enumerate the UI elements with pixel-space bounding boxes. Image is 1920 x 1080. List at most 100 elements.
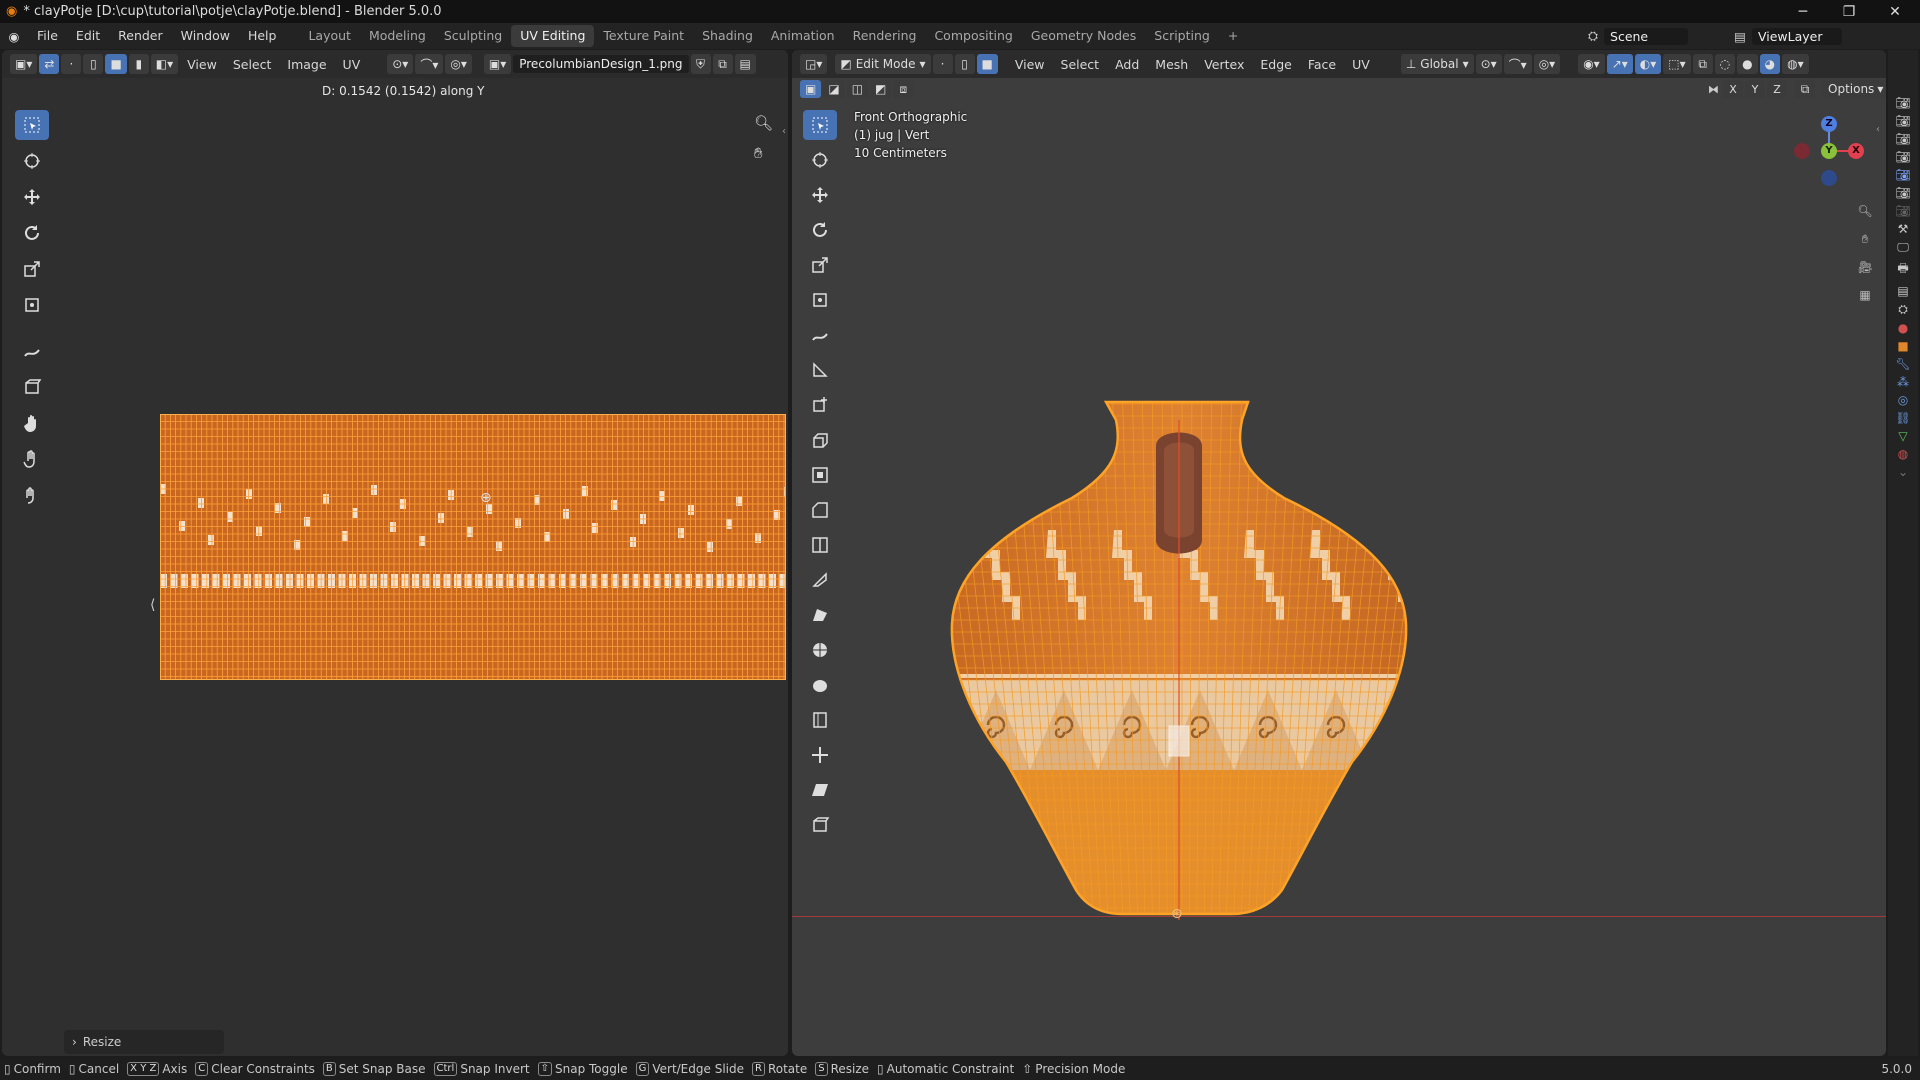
menu-add[interactable]: Add	[1108, 57, 1146, 72]
sticky-select-icon[interactable]: ◧▾	[150, 54, 179, 74]
image-name-field[interactable]: PrecolumbianDesign_1.png	[513, 55, 689, 73]
mirror-x-toggle[interactable]: X	[1723, 80, 1743, 98]
pinch-icon[interactable]	[15, 480, 49, 510]
last-operator-panel[interactable]: › Resize	[64, 1030, 224, 1054]
select-invert-icon[interactable]: ◩	[870, 80, 892, 98]
restore-button[interactable]: ❐	[1826, 0, 1872, 23]
poly-build-icon[interactable]	[803, 600, 837, 630]
scale-icon[interactable]	[15, 254, 49, 284]
mirror-y-toggle[interactable]: Y	[1745, 80, 1765, 98]
edge-slide-icon[interactable]	[803, 705, 837, 735]
rotate-icon[interactable]	[15, 218, 49, 248]
face-select-icon[interactable]: ■	[105, 54, 127, 74]
material-icon[interactable]: ◍	[1898, 447, 1908, 461]
tool-settings-icon[interactable]: ⚒	[1898, 222, 1909, 236]
mesh-overlay-icon[interactable]: ⬚▾	[1663, 54, 1691, 74]
menu-vertex[interactable]: Vertex	[1197, 57, 1251, 72]
proportional-icon[interactable]: ◎▾	[445, 54, 472, 74]
camera-icon-4[interactable]: 📷︎	[1895, 150, 1910, 164]
mode-selector[interactable]: ◩ Edit Mode ▾	[835, 54, 931, 74]
new-image-icon[interactable]: ⧉	[712, 54, 733, 74]
wireframe-shading-icon[interactable]: ◌	[1714, 54, 1736, 74]
rendered-shading-icon[interactable]: ◍▾	[1782, 54, 1809, 74]
pivot-icon[interactable]: ⊙▾	[1475, 54, 1502, 74]
extrude-icon[interactable]	[803, 425, 837, 455]
overlay-icon[interactable]: ◐▾	[1634, 54, 1662, 74]
island-select-icon[interactable]: ▮	[128, 54, 149, 74]
menu-view[interactable]: View	[180, 57, 224, 72]
menu-face[interactable]: Face	[1301, 57, 1343, 72]
zoom-icon[interactable]: 🔍︎	[754, 114, 773, 132]
3d-viewport-area[interactable]: ◲▾ ◩ Edit Mode ▾ · ▯ ■ View Select Add Mes…	[792, 50, 1886, 1056]
editor-type-icon[interactable]: ◲▾	[800, 54, 828, 74]
loop-cut-icon[interactable]	[803, 530, 837, 560]
measure-icon[interactable]	[803, 355, 837, 385]
tab-layout[interactable]: Layout	[299, 25, 360, 47]
transform-orientation-selector[interactable]: ⊥ Global ▾	[1400, 54, 1474, 74]
particles-icon[interactable]: ⁂	[1897, 375, 1909, 389]
menu-view[interactable]: View	[1008, 57, 1052, 72]
menu-file[interactable]: File	[28, 23, 67, 49]
smooth-icon[interactable]	[803, 670, 837, 700]
grab-icon[interactable]	[15, 408, 49, 438]
camera-icon-2[interactable]: 📷︎	[1895, 114, 1910, 128]
gizmo-z-axis[interactable]: Z	[1821, 116, 1837, 132]
add-cube-icon[interactable]	[803, 390, 837, 420]
camera-view-icon[interactable]: 🎥︎	[1854, 256, 1876, 278]
tab-compositing[interactable]: Compositing	[925, 25, 1021, 47]
menu-uv[interactable]: UV	[336, 57, 368, 72]
select-intersect-icon[interactable]: ⧈	[893, 80, 914, 98]
knife-icon[interactable]	[803, 565, 837, 595]
pan-hand-icon[interactable]: ✋︎	[754, 144, 763, 162]
menu-edge[interactable]: Edge	[1253, 57, 1298, 72]
viewlayer-selector[interactable]: ViewLayer	[1751, 27, 1843, 45]
relax-icon[interactable]	[15, 444, 49, 474]
snap-icon[interactable]: ⌒▾	[1503, 54, 1532, 74]
visibility-icon[interactable]: ◉▾	[1578, 54, 1605, 74]
tab-rendering[interactable]: Rendering	[844, 25, 926, 47]
gizmo-x-axis[interactable]: X	[1848, 143, 1864, 159]
perspective-grid-icon[interactable]: ▦	[1854, 284, 1876, 306]
render-icon[interactable]: 🖵︎	[1897, 240, 1909, 255]
camera-icon-5[interactable]: 📷︎	[1895, 186, 1910, 200]
pivot-icon[interactable]: ⊙▾	[387, 54, 414, 74]
camera-icon-6[interactable]: 📷︎	[1895, 204, 1910, 218]
edge-select-icon[interactable]: ▯	[954, 54, 975, 74]
transform-icon[interactable]	[803, 285, 837, 315]
proportional-icon[interactable]: ◎▾	[1533, 54, 1561, 74]
editor-type-icon[interactable]: ▣▾	[10, 54, 38, 74]
navigation-gizmo[interactable]: Z X Y	[1784, 110, 1874, 200]
face-select-icon[interactable]: ■	[976, 54, 998, 74]
fake-user-icon[interactable]: ⛨	[690, 54, 711, 74]
gizmo-icon[interactable]: ↗▾	[1606, 54, 1633, 74]
uv-sync-icon[interactable]: ⇄	[39, 54, 60, 74]
zoom-icon[interactable]: 🔍︎	[1854, 200, 1876, 222]
menu-render[interactable]: Render	[109, 23, 172, 49]
annotate-icon[interactable]	[15, 336, 49, 366]
tab-shading[interactable]: Shading	[693, 25, 762, 47]
select-box-icon[interactable]	[15, 110, 49, 140]
camera-icon[interactable]: 📷︎	[1895, 96, 1910, 110]
rip-region-icon[interactable]	[803, 810, 837, 840]
add-workspace-button[interactable]: +	[1219, 25, 1247, 47]
shear-icon[interactable]	[803, 775, 837, 805]
menu-mesh[interactable]: Mesh	[1148, 57, 1195, 72]
xray-icon[interactable]: ⧉	[1692, 54, 1713, 74]
tab-geometry-nodes[interactable]: Geometry Nodes	[1022, 25, 1145, 47]
select-new-icon[interactable]: ▣	[800, 80, 822, 98]
image-browse-icon[interactable]: ▣▾	[483, 54, 512, 74]
inset-icon[interactable]	[803, 460, 837, 490]
move-icon[interactable]	[15, 182, 49, 212]
mirror-z-toggle[interactable]: Z	[1767, 80, 1787, 98]
view-layer-icon[interactable]: ▤	[1897, 284, 1908, 298]
gizmo-y-axis[interactable]: Y	[1821, 143, 1837, 159]
rip-icon[interactable]	[15, 372, 49, 402]
close-button[interactable]: ✕	[1872, 0, 1918, 23]
cursor-icon[interactable]	[15, 146, 49, 176]
tab-uv-editing[interactable]: UV Editing	[511, 25, 595, 47]
unlink-image-icon[interactable]: ▤	[734, 54, 756, 74]
snap-icon[interactable]: ⌒▾	[415, 54, 444, 74]
tab-texture-paint[interactable]: Texture Paint	[594, 25, 693, 47]
uv-editor-area[interactable]: ▣▾ ⇄ · ▯ ■ ▮ ◧▾ View Select Image UV ⊙▾ …	[2, 50, 788, 1056]
menu-edit[interactable]: Edit	[67, 23, 109, 49]
